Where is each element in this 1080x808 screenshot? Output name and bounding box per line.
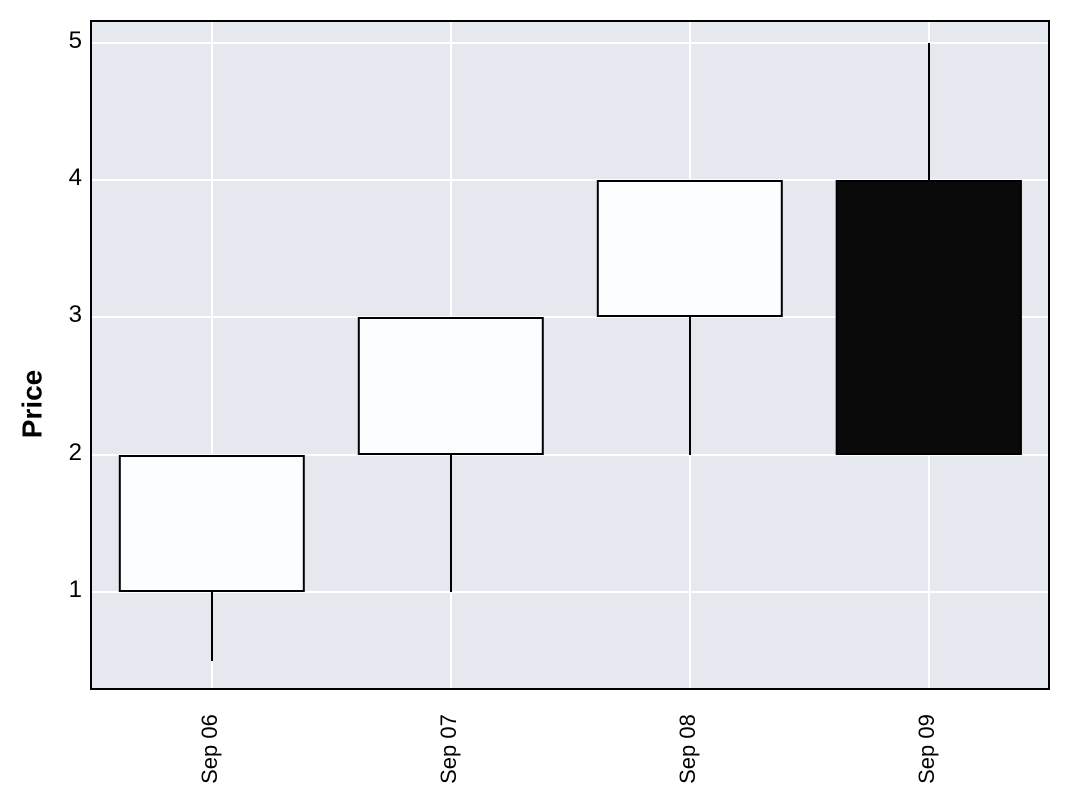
y-tick-label: 5 — [42, 27, 82, 55]
y-tick-label: 4 — [42, 164, 82, 192]
x-tick-label: Sep 06 — [197, 714, 223, 784]
x-tick-label: Sep 08 — [675, 714, 701, 784]
candlestick-body — [357, 317, 543, 454]
y-tick-label: 1 — [42, 576, 82, 604]
candlestick-body — [835, 180, 1021, 455]
candlestick-body — [118, 455, 304, 592]
candlestick-chart: Price 1 2 3 4 5 Sep 06 Sep 07 Sep 08 Sep 09 — [0, 0, 1080, 808]
gridline-horizontal — [92, 42, 1048, 44]
plot-area — [90, 20, 1050, 690]
y-tick-label: 3 — [42, 301, 82, 329]
y-axis-label: Price — [17, 370, 49, 439]
y-tick-label: 2 — [42, 439, 82, 467]
x-tick-label: Sep 07 — [436, 714, 462, 784]
candlestick-body — [596, 180, 782, 317]
x-tick-label: Sep 09 — [914, 714, 940, 784]
